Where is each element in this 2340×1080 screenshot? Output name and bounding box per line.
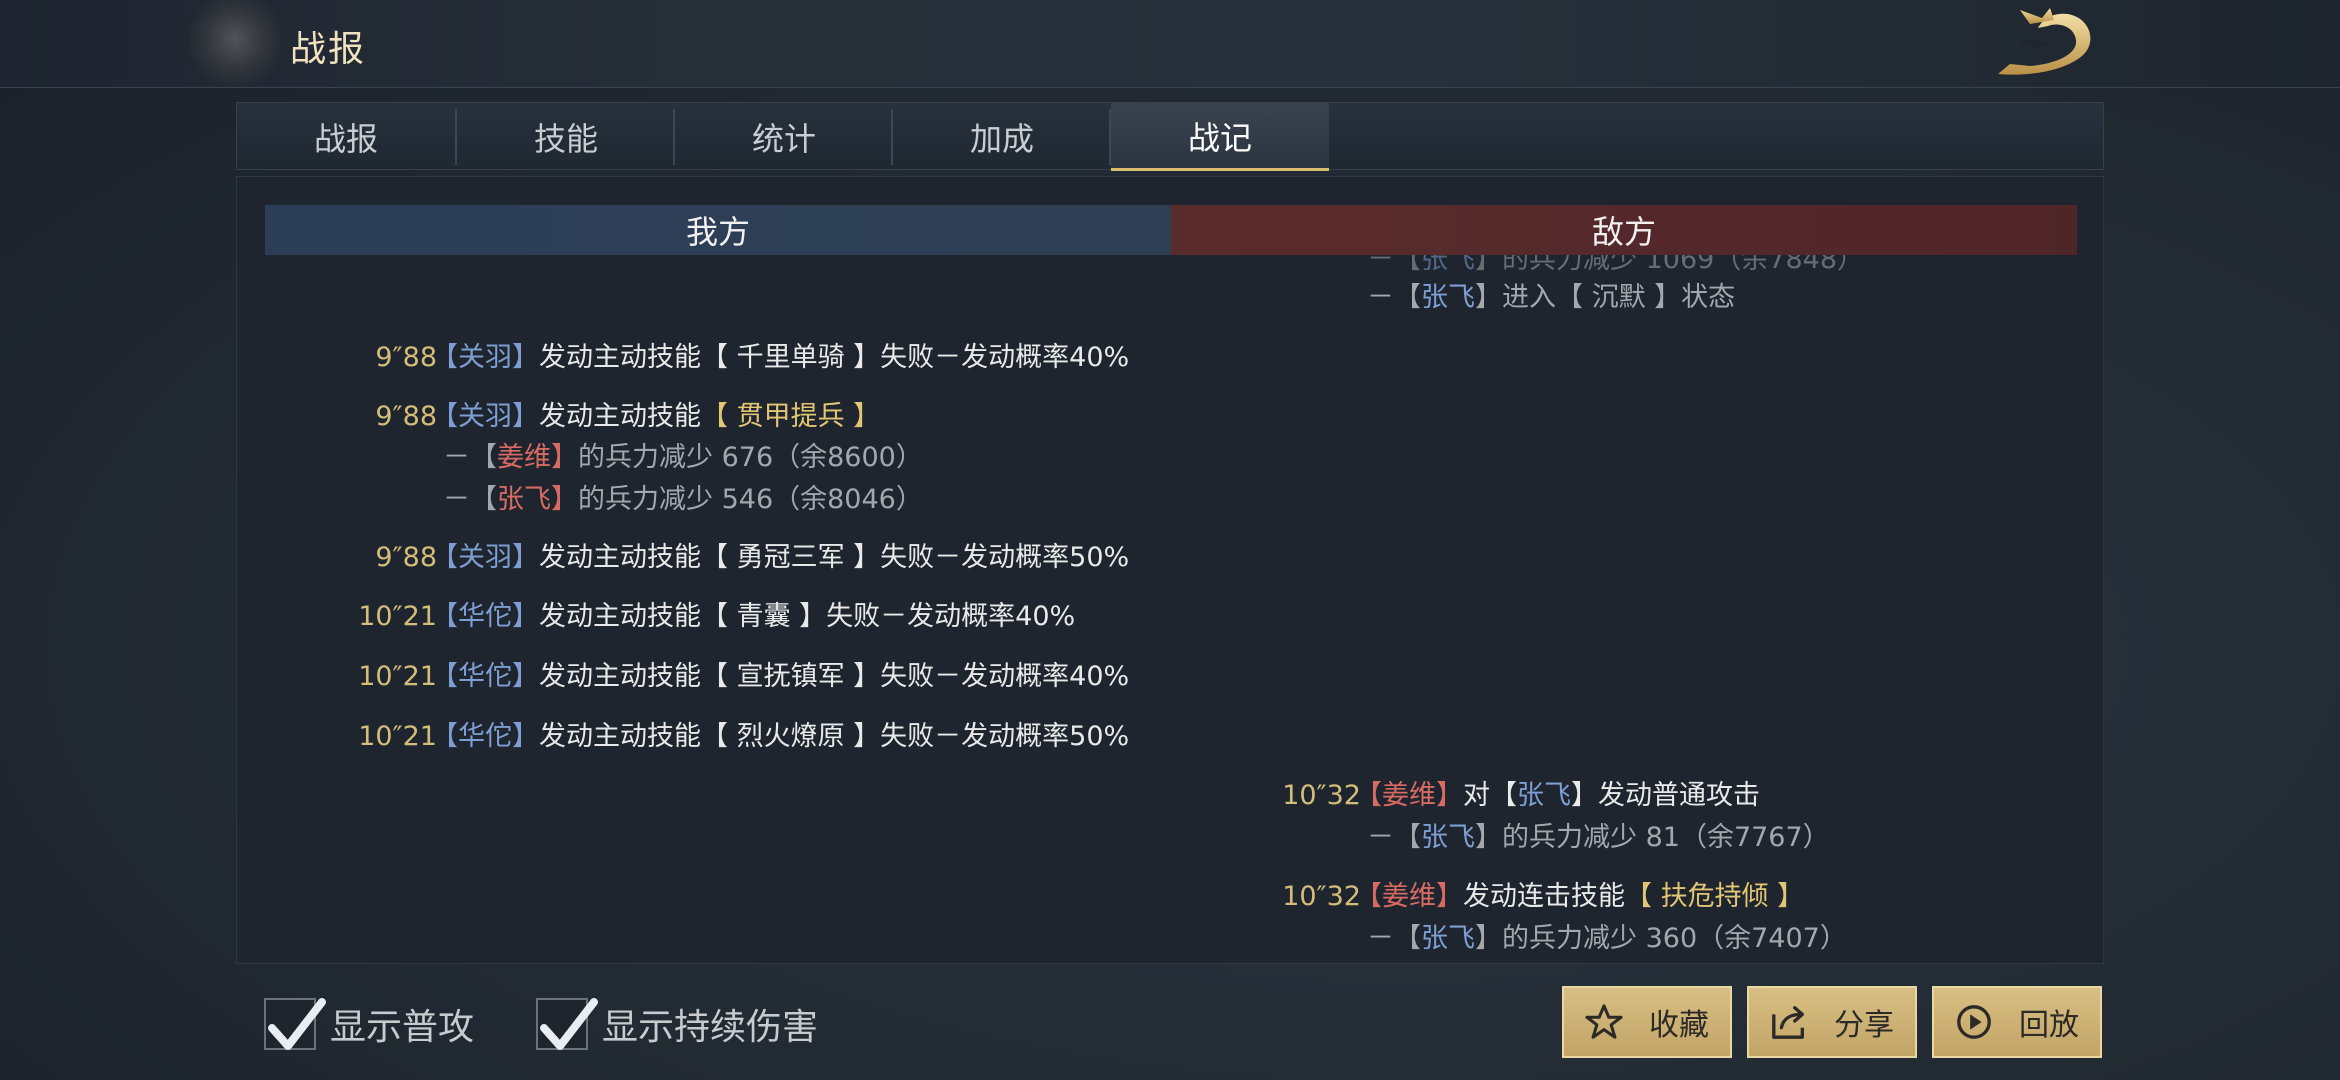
log-time: 10″21 [358,661,437,692]
show-normal-attack-label: 显示普攻 [330,1007,475,1048]
battle-log-panel[interactable]: 我方 敌方 －【张飞】的兵力减少 1069（余7848） －【张飞】进入【 沉默… [236,176,2104,964]
log-sub-line: －【张飞】进入【 沉默 】状态 [1367,282,1736,313]
log-sub-line: －【张飞】的兵力减少 546（余8046） [443,484,923,515]
log-sub-line: －【姜维】的兵力减少 676（余8600） [443,442,923,473]
log-time: 9″88 [375,542,437,573]
our-side-header: 我方 [265,205,1171,255]
log-time: 9″88 [375,401,437,432]
log-time: 10″32 [1282,780,1361,811]
share-label: 分享 [1834,1008,1894,1043]
replay-button[interactable]: 回放 [1932,986,2102,1058]
tab-report[interactable]: 战报 [237,103,455,171]
log-sub-line: －【张飞】的兵力减少 360（余7407） [1367,923,1847,954]
star-icon [1585,1004,1623,1039]
tab-battle-log[interactable]: 战记 [1111,103,1329,171]
show-normal-attack-toggle[interactable]: 显示普攻 [264,994,474,1054]
top-bar: 战报 [0,0,2340,88]
log-sub-line: －【张飞】的兵力减少 81（余7767） [1367,822,1830,853]
page-title: 战报 [290,29,367,70]
tab-skills[interactable]: 技能 [457,103,675,171]
dragon-logo-icon [1998,8,2091,75]
share-icon [1772,1006,1804,1039]
replay-label: 回放 [2019,1008,2079,1043]
log-time: 9″88 [375,342,437,373]
favorite-label: 收藏 [1649,1008,1709,1043]
tab-stats[interactable]: 统计 [675,103,893,171]
show-dot-label: 显示持续伤害 [602,1007,819,1048]
share-button[interactable]: 分享 [1747,986,1917,1058]
show-dot-toggle[interactable]: 显示持续伤害 [536,994,818,1054]
checkbox-checked-icon[interactable] [536,998,598,1050]
checkbox-checked-icon[interactable] [264,998,326,1050]
log-time: 10″32 [1282,881,1361,912]
tab-bar: 战报 技能 统计 加成 战记 [236,102,2104,171]
enemy-side-header: 敌方 [1171,205,2077,255]
log-time: 10″21 [358,601,437,632]
log-time: 10″21 [358,721,437,752]
tab-bonus[interactable]: 加成 [893,103,1111,171]
emblem-icon [190,0,280,88]
favorite-button[interactable]: 收藏 [1562,986,1732,1058]
play-circle-icon [1957,1005,1991,1039]
